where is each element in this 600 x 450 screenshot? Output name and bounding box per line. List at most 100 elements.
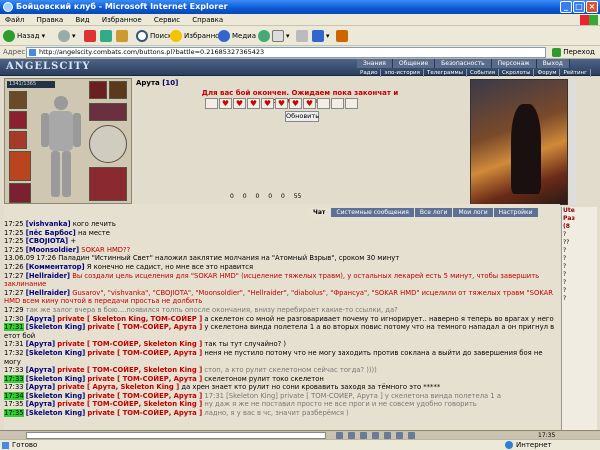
- online-user[interactable]: ?: [563, 231, 597, 239]
- online-user[interactable]: ?: [563, 247, 597, 255]
- menu-help[interactable]: Справка: [187, 14, 228, 26]
- weapon-slot[interactable]: [9, 111, 27, 129]
- chat-sound-icon[interactable]: [396, 432, 403, 439]
- tab-system[interactable]: Системные сообщения: [331, 208, 414, 217]
- armor-slot[interactable]: [9, 131, 27, 149]
- opponent-slot[interactable]: ♥: [261, 98, 274, 109]
- back-button[interactable]: Назад ▾: [3, 29, 45, 43]
- subnav-history[interactable]: эпо-история: [381, 69, 424, 77]
- close-button[interactable]: ×: [586, 1, 598, 13]
- message-time[interactable]: 17:33: [4, 383, 24, 391]
- private-recipients[interactable]: private [ ТОМ-СОЙЕР, Арута ]: [87, 323, 202, 331]
- subnav-scrolls[interactable]: Скролоты: [499, 69, 535, 77]
- message-author[interactable]: [Moonsoldier]: [26, 246, 79, 254]
- nav-communication[interactable]: Общение: [392, 59, 436, 68]
- private-recipients[interactable]: private [ Арута, Skeleton King ]: [57, 383, 179, 391]
- nav-character[interactable]: Персонаж: [491, 59, 537, 68]
- boots-slot[interactable]: [89, 167, 127, 201]
- message-author[interactable]: [Арута]: [26, 383, 55, 391]
- subnav-telegrams[interactable]: Телеграммы: [424, 69, 467, 77]
- chat-filter-icon[interactable]: [384, 432, 391, 439]
- subnav-radio[interactable]: Радио: [357, 69, 382, 77]
- minimize-button[interactable]: _: [560, 1, 572, 13]
- message-author[interactable]: [Hellraider]: [26, 272, 70, 280]
- menu-view[interactable]: Вид: [70, 14, 94, 26]
- legs-slot[interactable]: [9, 183, 31, 203]
- tab-chat[interactable]: Чат: [308, 208, 331, 217]
- opponent-slot[interactable]: ♥: [289, 98, 302, 109]
- message-author[interactable]: [Арута]: [26, 366, 55, 374]
- online-user[interactable]: ??: [563, 239, 597, 247]
- discuss-button[interactable]: [336, 29, 350, 43]
- opponent-slot[interactable]: ♥: [303, 98, 316, 109]
- chat-clear-icon[interactable]: [348, 432, 355, 439]
- message-time[interactable]: 17:26: [4, 263, 24, 271]
- home-button[interactable]: [116, 29, 130, 43]
- panel-scrollbar[interactable]: [570, 79, 576, 205]
- message-author[interactable]: [пёс Барбос]: [26, 229, 76, 237]
- message-author[interactable]: [Skeleton King]: [26, 409, 85, 417]
- online-user[interactable]: (8: [563, 223, 597, 231]
- message-time[interactable]: 17:25: [4, 220, 24, 228]
- message-author[interactable]: [vishvanka]: [26, 220, 71, 228]
- message-time[interactable]: 17:33: [4, 366, 24, 374]
- nav-security[interactable]: Безопасность: [435, 59, 492, 68]
- tab-settings[interactable]: Настройки: [493, 208, 538, 217]
- private-recipients[interactable]: private [ ТОМ-СОЙЕР, Арута ]: [87, 392, 202, 400]
- history-button[interactable]: [258, 29, 272, 43]
- favorites-button[interactable]: Избранное: [170, 29, 224, 43]
- mail-button[interactable]: ▾: [272, 29, 290, 43]
- opponent-slot[interactable]: ♥: [205, 98, 218, 109]
- online-user[interactable]: ?: [563, 263, 597, 271]
- private-recipients[interactable]: private [ Skeleton King, ТОМ-СОЙЕР ]: [57, 315, 202, 323]
- online-user[interactable]: Раз: [563, 215, 597, 223]
- print-button[interactable]: [296, 29, 310, 43]
- message-time[interactable]: 17:34: [4, 391, 24, 400]
- refresh-button[interactable]: Обновить: [285, 111, 319, 122]
- subnav-rating[interactable]: Рейтинг: [560, 69, 592, 77]
- message-time[interactable]: 17:35: [4, 400, 24, 408]
- message-author[interactable]: [Skeleton King]: [26, 323, 85, 331]
- amulet-slot[interactable]: [109, 81, 127, 99]
- online-user[interactable]: ?: [563, 295, 597, 303]
- subnav-forum[interactable]: Форум: [534, 69, 561, 77]
- message-time[interactable]: 17:25: [4, 229, 24, 237]
- opponent-slot[interactable]: ♥: [317, 98, 330, 109]
- message-time[interactable]: 17:30: [4, 315, 24, 323]
- message-author[interactable]: [Арута]: [26, 400, 55, 408]
- opponent-slot[interactable]: ♥: [219, 98, 232, 109]
- chat-send-icon[interactable]: [336, 432, 343, 439]
- refresh-page-button[interactable]: [100, 29, 114, 43]
- stop-button[interactable]: [84, 29, 98, 43]
- message-time[interactable]: 17:27: [4, 272, 24, 280]
- online-user[interactable]: ?: [563, 279, 597, 287]
- private-recipients[interactable]: private [ ТОМ-СОЙЕР, Skeleton King ]: [57, 400, 202, 408]
- menu-favorites[interactable]: Избранное: [97, 14, 147, 26]
- message-time[interactable]: 17:31: [4, 340, 24, 348]
- helmet-slot[interactable]: [9, 91, 27, 109]
- message-time[interactable]: 17:25: [4, 246, 24, 254]
- tab-my-logs[interactable]: Мои логи: [453, 208, 493, 217]
- subnav-events[interactable]: События: [467, 69, 500, 77]
- forward-button[interactable]: ▾: [58, 29, 76, 43]
- private-recipients[interactable]: private [ ТОМ-СОЙЕР, Skeleton King ]: [57, 340, 202, 348]
- message-time[interactable]: 17:25: [4, 237, 24, 245]
- private-recipients[interactable]: private [ ТОМ-СОЙЕР, Skeleton King ]: [57, 366, 202, 374]
- chat-smile-icon[interactable]: [360, 432, 367, 439]
- opponent-slot[interactable]: ♥: [331, 98, 344, 109]
- online-user[interactable]: ?: [563, 255, 597, 263]
- opponent-slot[interactable]: ♥: [247, 98, 260, 109]
- message-time[interactable]: 17:29: [4, 306, 24, 314]
- private-recipients[interactable]: private [ ТОМ-СОЙЕР, Арута ]: [87, 375, 202, 383]
- menu-file[interactable]: Файл: [0, 14, 29, 26]
- message-author[interactable]: [CBOJIOTA]: [26, 237, 68, 245]
- shield-slot[interactable]: [89, 125, 127, 163]
- search-button[interactable]: Поиск: [136, 29, 172, 43]
- menu-tools[interactable]: Сервис: [149, 14, 185, 26]
- private-recipients[interactable]: private [ ТОМ-СОЙЕР, Арута ]: [87, 409, 202, 417]
- nav-exit[interactable]: Выход: [536, 59, 570, 68]
- message-author[interactable]: [Skeleton King]: [26, 392, 85, 400]
- tab-all-logs[interactable]: Все логи: [414, 208, 453, 217]
- belt-slot[interactable]: [9, 151, 31, 181]
- message-time[interactable]: 17:32: [4, 349, 24, 357]
